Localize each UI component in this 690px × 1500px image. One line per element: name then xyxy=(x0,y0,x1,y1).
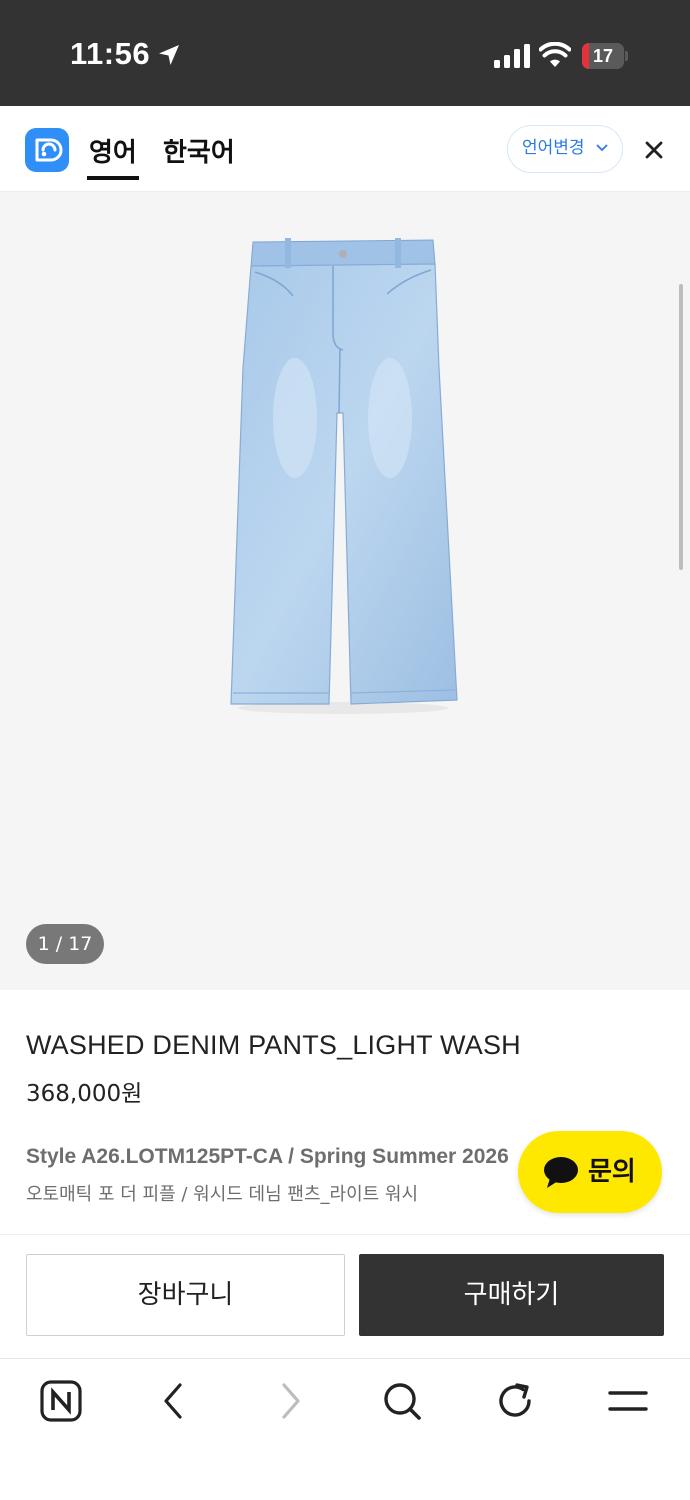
back-icon[interactable] xyxy=(152,1379,196,1423)
product-image xyxy=(230,238,458,714)
forward-icon[interactable] xyxy=(268,1379,312,1423)
translate-app-logo-icon xyxy=(25,128,69,172)
status-time: 11:56 xyxy=(70,36,151,71)
product-korean-name: 오토매틱 포 더 피플 / 워시드 데님 팬츠_라이트 워시 xyxy=(26,1184,419,1205)
image-counter: 1 / 17 xyxy=(26,924,104,964)
naver-home-icon[interactable] xyxy=(39,1379,83,1423)
change-language-label: 언어변경 xyxy=(522,138,585,158)
battery-icon: 17 xyxy=(582,43,628,69)
battery-level: 17 xyxy=(592,46,614,66)
browser-toolbar xyxy=(0,1358,690,1500)
tab-english[interactable]: 영어 xyxy=(89,132,137,169)
inquiry-chat-button[interactable]: 문의 xyxy=(518,1131,662,1213)
purchase-action-bar: 장바구니 구매하기 xyxy=(0,1234,690,1358)
add-to-cart-button[interactable]: 장바구니 xyxy=(26,1254,345,1336)
location-arrow-icon xyxy=(159,45,179,65)
tab-korean[interactable]: 한국어 xyxy=(163,132,235,169)
page-scrollbar[interactable] xyxy=(679,284,683,570)
product-price: 368,000원 xyxy=(26,1081,143,1107)
search-icon[interactable] xyxy=(380,1379,424,1423)
buy-now-button[interactable]: 구매하기 xyxy=(359,1254,664,1336)
cellular-signal-icon xyxy=(494,44,530,68)
wifi-icon xyxy=(539,42,571,67)
inquiry-label: 문의 xyxy=(588,1157,636,1187)
translate-bar: 영어 한국어 언어변경 xyxy=(0,106,690,192)
active-tab-indicator xyxy=(87,176,139,180)
chevron-down-icon xyxy=(596,144,608,152)
close-icon[interactable] xyxy=(641,137,667,163)
menu-icon[interactable] xyxy=(606,1379,650,1423)
product-name: WASHED DENIM PANTS_LIGHT WASH xyxy=(26,1030,521,1060)
chat-bubble-icon xyxy=(544,1157,578,1188)
product-style-line: Style A26.LOTM125PT-CA / Spring Summer 2… xyxy=(26,1145,509,1168)
status-bar: 11:56 17 xyxy=(0,0,690,106)
product-image-gallery[interactable]: 1 / 17 xyxy=(0,192,690,990)
refresh-icon[interactable] xyxy=(493,1379,537,1423)
change-language-button[interactable]: 언어변경 xyxy=(507,125,623,173)
